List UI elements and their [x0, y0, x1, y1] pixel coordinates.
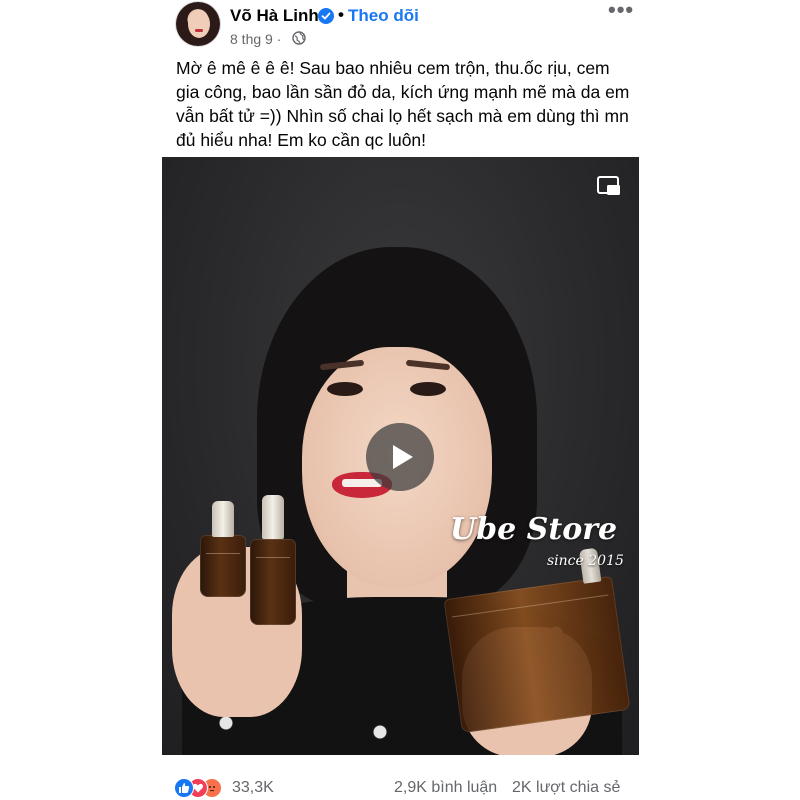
picture-in-picture-icon[interactable] [596, 175, 622, 197]
serum-bottle [443, 547, 631, 734]
post-timestamp[interactable]: 8 thg 9 · [230, 31, 281, 47]
facebook-post: Võ Hà Linh • Theo dõi 8 thg 9 · ••• Mờ ê… [0, 0, 800, 800]
watermark-subtitle: since 2015 [547, 553, 624, 569]
comment-count[interactable]: 2,9K bình luận [394, 779, 497, 797]
author-name[interactable]: Võ Hà Linh [230, 6, 319, 26]
serum-bottle [250, 495, 296, 625]
follow-button[interactable]: Theo dõi [348, 6, 419, 26]
author-avatar[interactable] [176, 2, 220, 46]
reaction-count[interactable]: 33,3K [232, 779, 274, 797]
watermark-title: Ube Store [450, 512, 618, 547]
avatar-face [188, 10, 210, 38]
video-scene-eye [410, 382, 446, 396]
like-reaction-icon [174, 778, 194, 798]
share-count[interactable]: 2K lượt chia sẻ [512, 779, 620, 797]
post-caption: Mờ ê mê ê ê ê! Sau bao nhiêu cem trộn, t… [176, 58, 630, 150]
more-options-icon[interactable]: ••• [608, 0, 634, 24]
verified-badge-icon [318, 8, 334, 24]
video-scene-eye [327, 382, 363, 396]
globe-icon [292, 31, 306, 45]
header-separator: • [338, 5, 344, 24]
serum-bottle [200, 501, 246, 597]
play-icon [393, 445, 413, 469]
video-player[interactable]: Ube Store since 2015 [162, 157, 639, 755]
avatar-lips [195, 29, 203, 32]
play-button[interactable] [366, 423, 434, 491]
